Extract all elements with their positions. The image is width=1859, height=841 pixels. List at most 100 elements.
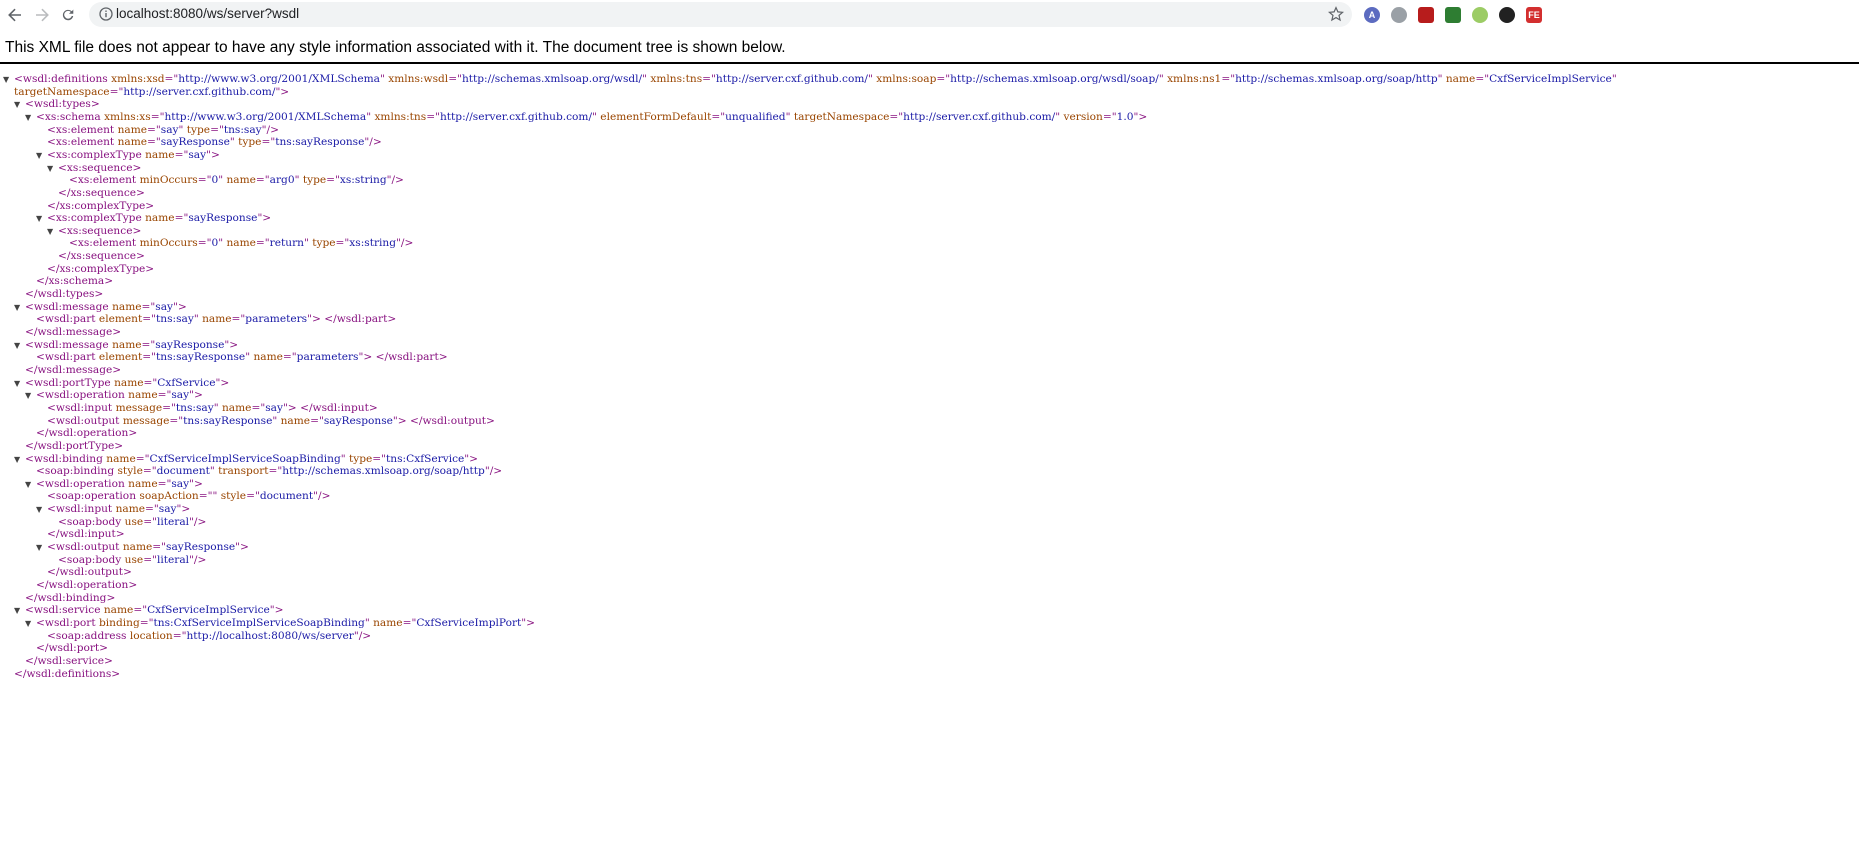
xml-attribute-name: targetNamespace: [793, 110, 890, 123]
xml-tag-text: <wsdl:message: [25, 300, 109, 313]
collapse-triangle-icon[interactable]: ▼: [36, 504, 47, 516]
xml-tag-text: =": [150, 110, 165, 123]
xml-attribute-value: sayResponse: [160, 136, 230, 149]
bookmark-star-icon[interactable]: [1328, 6, 1344, 22]
xml-attribute-name: name: [103, 604, 134, 617]
collapse-triangle-icon[interactable]: ▼: [14, 454, 25, 466]
xml-tag-text: ="": [198, 490, 218, 503]
collapse-triangle-icon[interactable]: ▼: [14, 99, 25, 111]
collapse-triangle-icon[interactable]: ▼: [47, 163, 58, 175]
xml-attribute-name: style: [220, 490, 247, 503]
reload-button[interactable]: [57, 4, 79, 26]
xml-line: ▼ <wsdl:types>: [14, 98, 100, 110]
xml-attribute-value: say: [171, 477, 190, 490]
collapse-triangle-icon[interactable]: ▼: [14, 340, 25, 352]
collapse-triangle-icon[interactable]: ▼: [25, 618, 36, 630]
collapse-triangle-icon[interactable]: ▼: [14, 378, 25, 390]
xml-attribute-value: unqualified: [725, 110, 786, 123]
xml-attribute-value: http://schemas.xmlsoap.org/wsdl/: [461, 73, 643, 85]
xml-attribute-name: type: [312, 237, 336, 250]
xml-tag-text: </wsdl:input>: [47, 528, 125, 541]
xml-tag-text: "/>: [386, 174, 404, 187]
extension-green-icon[interactable]: [1445, 7, 1461, 23]
xml-tag-text: <wsdl:operation: [36, 389, 125, 402]
xml-line: <soap:operation soapAction="" style="doc…: [36, 490, 330, 502]
xml-line: ▼ <wsdl:output name="sayResponse">: [36, 541, 249, 553]
xml-tag-text: <wsdl:port: [36, 616, 96, 629]
collapse-triangle-icon[interactable]: ▼: [36, 213, 47, 225]
xml-tag-text: ">: [235, 541, 249, 554]
xml-attribute-value: say: [158, 503, 177, 516]
collapse-triangle-icon[interactable]: ▼: [36, 542, 47, 554]
site-info-icon[interactable]: [99, 7, 113, 21]
xml-attribute-value: tns:sayResponse: [275, 136, 365, 149]
xml-tag-text: =": [255, 237, 270, 250]
xml-attribute-name: name: [106, 452, 136, 465]
url-text[interactable]: localhost:8080/ws/server?wsdl: [116, 6, 299, 21]
xml-attribute-name: name: [145, 148, 175, 161]
xml-tag-text: =": [147, 123, 161, 136]
xml-attribute-name: type: [186, 123, 211, 136]
xml-attribute-name: xmlns:ns1: [1167, 73, 1222, 85]
pdf-extension-icon[interactable]: [1418, 7, 1434, 23]
extension-blue-icon[interactable]: A: [1364, 7, 1380, 23]
collapse-triangle-icon[interactable]: ▼: [14, 605, 25, 617]
xml-attribute-value: return: [269, 237, 304, 250]
xml-tag-text: =": [133, 604, 148, 617]
xml-line: ▼ <wsdl:definitions xmlns:xsd="http://www…: [3, 73, 1617, 85]
extension-gray-icon[interactable]: [1391, 7, 1407, 23]
xml-tag-text: =": [157, 389, 172, 402]
xml-attribute-name: name: [114, 376, 144, 389]
xml-tag-text: </wsdl:input>: [300, 401, 378, 414]
xml-attribute-value: arg0: [269, 174, 295, 187]
xml-info-message: This XML file does not appear to have an…: [5, 39, 786, 56]
xml-attribute-name: type: [348, 452, 373, 465]
collapse-triangle-icon[interactable]: ▼: [25, 479, 36, 491]
xml-tag-text: =": [139, 616, 154, 629]
xml-line: </wsdl:output>: [36, 566, 132, 578]
xml-tag-text: </xs:complexType>: [47, 262, 155, 275]
xml-tag-text: ">: [257, 212, 272, 225]
xml-attribute-name: type: [238, 136, 262, 149]
xml-tag-text: =": [251, 401, 266, 414]
extension-lime-icon[interactable]: [1472, 7, 1488, 23]
xml-attribute-name: name: [202, 313, 232, 326]
xml-tag-text: =": [142, 351, 156, 364]
xml-line: <soap:body use="literal"/>: [47, 554, 206, 566]
xml-line: <wsdl:part element="tns:say" name="param…: [25, 313, 396, 325]
xml-line: ▼ <xs:complexType name="say">: [36, 149, 220, 161]
collapse-triangle-icon[interactable]: ▼: [47, 226, 58, 238]
xml-attribute-name: name: [373, 616, 403, 629]
xml-tag-text: <wsdl:input: [47, 503, 113, 516]
xml-attribute-name: transport: [218, 465, 269, 478]
xml-tag-text: =": [143, 553, 157, 566]
xml-tag-text: <soap:binding: [36, 465, 115, 478]
xml-tag-text: <wsdl:definitions: [14, 73, 108, 85]
xml-line: ▼ <wsdl:operation name="say">: [25, 478, 203, 490]
back-button[interactable]: [4, 4, 26, 26]
collapse-triangle-icon[interactable]: ▼: [25, 390, 36, 402]
xml-tag-text: ">: [1133, 110, 1148, 123]
collapse-triangle-icon[interactable]: ▼: [25, 112, 36, 124]
xml-attribute-value: tns:sayResponse: [156, 351, 246, 364]
collapse-triangle-icon[interactable]: ▼: [14, 302, 25, 314]
collapse-triangle-icon[interactable]: ▼: [36, 150, 47, 162]
xml-tag-text: =": [255, 174, 270, 187]
xml-line: targetNamespace="http://server.cxf.githu…: [3, 86, 289, 98]
xml-tag-text: <wsdl:part: [36, 351, 96, 364]
xml-tag-text: "/>: [189, 515, 207, 528]
collapse-triangle-icon[interactable]: ▼: [3, 74, 14, 86]
xml-tag-text: =": [172, 629, 187, 642]
xml-attribute-value: say: [171, 389, 190, 402]
xml-attribute-name: name: [226, 174, 256, 187]
xml-tag-text: =": [282, 351, 297, 364]
forward-button[interactable]: [31, 4, 53, 26]
xml-line: <wsdl:input message="tns:say" name="say"…: [36, 402, 378, 414]
xml-tag-text: <xs:element: [69, 237, 137, 250]
fe-extension-icon[interactable]: FE: [1526, 7, 1542, 23]
extension-dark-icon[interactable]: [1499, 7, 1515, 23]
address-bar[interactable]: localhost:8080/ws/server?wsdl: [89, 2, 1352, 27]
xml-line: ▼ <wsdl:message name="sayResponse">: [14, 339, 238, 351]
xml-line: ▼ <xs:sequence>: [47, 162, 141, 174]
xml-attribute-name: name: [221, 401, 252, 414]
